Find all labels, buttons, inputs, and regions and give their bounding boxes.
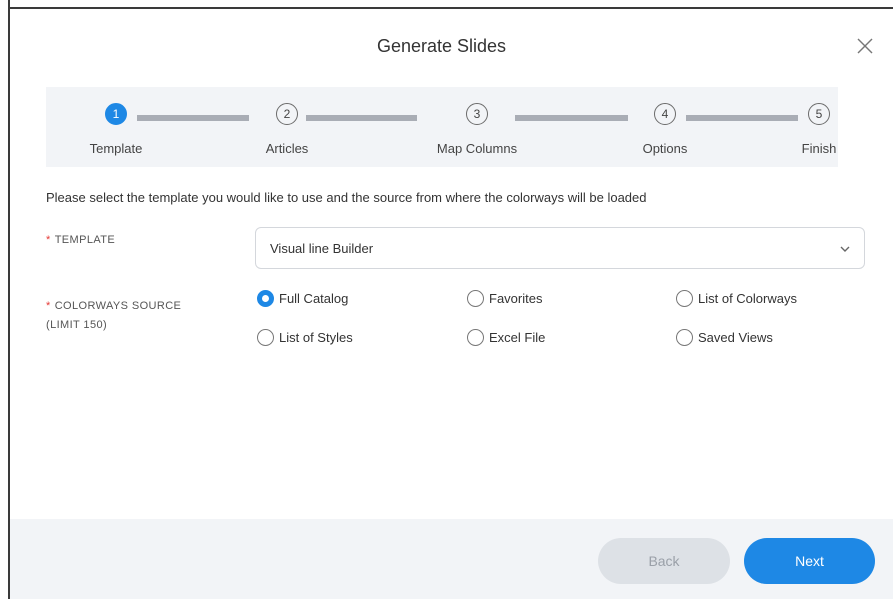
step-2-indicator[interactable]: 2 — [276, 103, 298, 125]
step-5-indicator[interactable]: 5 — [808, 103, 830, 125]
step-2-label: Articles — [265, 141, 309, 156]
template-select[interactable]: Visual line Builder — [255, 227, 865, 269]
step-connector — [686, 115, 798, 121]
colorways-source-label: * COLORWAYS SOURCE (LIMIT 150) — [46, 300, 182, 331]
generate-slides-dialog: Generate Slides 1 Template 2 Articles 3 … — [10, 9, 893, 599]
radio-button[interactable] — [467, 329, 484, 346]
radio-button[interactable] — [676, 329, 693, 346]
step-3-label: Map Columns — [436, 141, 518, 156]
close-icon[interactable] — [856, 37, 874, 55]
step-3-indicator[interactable]: 3 — [466, 103, 488, 125]
window-frame-top — [8, 0, 893, 9]
wizard-stepper: 1 Template 2 Articles 3 Map Columns 4 Op… — [46, 87, 838, 167]
radio-button[interactable] — [467, 290, 484, 307]
dialog-title: Generate Slides — [376, 36, 507, 56]
required-marker: * — [46, 300, 51, 312]
back-button[interactable]: Back — [598, 538, 730, 584]
step-4-indicator[interactable]: 4 — [654, 103, 676, 125]
template-select-value: Visual line Builder — [270, 241, 374, 256]
step-connector — [137, 115, 249, 121]
step-1-indicator[interactable]: 1 — [105, 103, 127, 125]
radio-button-checked[interactable] — [257, 290, 274, 307]
radio-button[interactable] — [676, 290, 693, 307]
step-5-label: Finish — [801, 141, 837, 156]
step-connector — [515, 115, 628, 121]
radio-button[interactable] — [257, 329, 274, 346]
step-1-label: Template — [89, 141, 143, 156]
next-button[interactable]: Next — [744, 538, 875, 584]
required-marker: * — [46, 234, 51, 246]
instruction-text: Please select the template you would lik… — [46, 190, 647, 205]
step-connector — [306, 115, 417, 121]
step-4-label: Options — [642, 141, 688, 156]
chevron-down-icon — [838, 242, 852, 256]
template-label: * TEMPLATE — [46, 234, 116, 246]
window-frame-left — [0, 0, 10, 599]
